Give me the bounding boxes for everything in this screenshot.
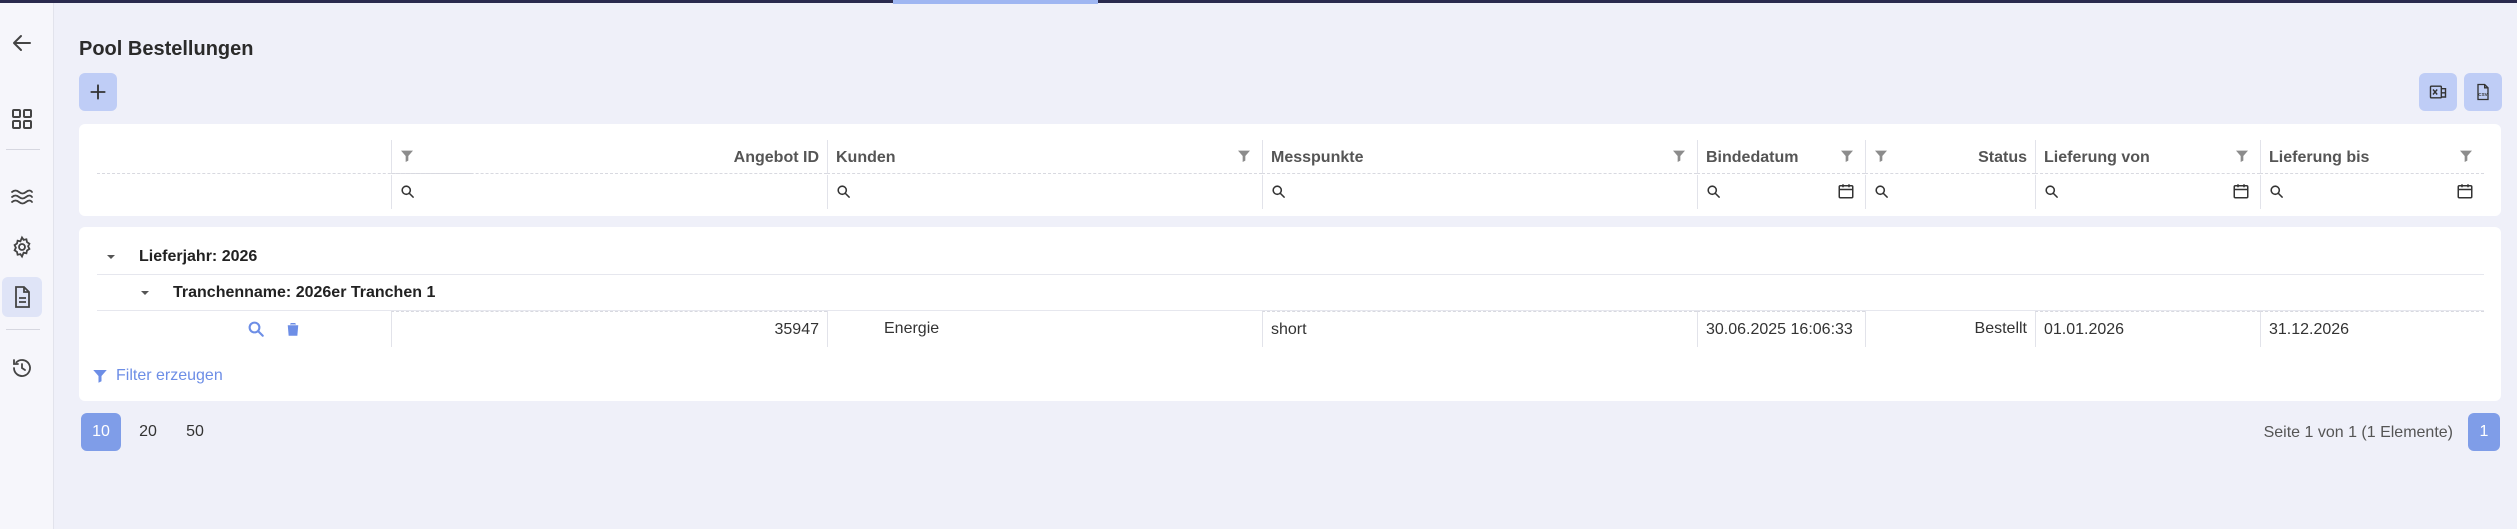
svg-text:CSV: CSV: [2478, 92, 2488, 97]
column-label-lieferung-von: Lieferung von: [2044, 149, 2150, 166]
search-icon: [1272, 185, 1285, 198]
cell-messpunkte: short: [1262, 311, 1697, 347]
filter-bindedatum[interactable]: [1697, 175, 1865, 209]
sidebar-divider: [6, 149, 40, 150]
group-row-lieferjahr[interactable]: Lieferjahr: 2026: [97, 239, 2484, 275]
sidebar-item-orders[interactable]: [2, 277, 42, 317]
back-button[interactable]: [2, 23, 42, 63]
funnel-icon: [93, 370, 107, 383]
chevron-down-icon[interactable]: [105, 252, 117, 262]
group-label: Tranchenname: 2026er Tranchen 1: [173, 284, 436, 301]
header-bindedatum[interactable]: Bindedatum: [1697, 140, 1865, 174]
header-messpunkte[interactable]: Messpunkte: [1262, 140, 1697, 174]
waves-icon: [11, 189, 33, 205]
export-csv-button[interactable]: CSV: [2464, 73, 2502, 111]
cell-status: Bestellt: [1865, 311, 2035, 347]
search-icon[interactable]: [247, 320, 265, 338]
excel-export-icon: [2429, 85, 2447, 99]
page-size-10[interactable]: 10: [81, 413, 121, 451]
table-body: Lieferjahr: 2026 Tranchenname: 2026er Tr…: [79, 227, 2501, 401]
cell-lieferung-von: 01.01.2026: [2035, 311, 2260, 347]
column-label-lieferung-bis: Lieferung bis: [2269, 149, 2370, 166]
grid-icon: [12, 109, 32, 129]
header-kunden[interactable]: Kunden: [827, 140, 1262, 174]
plus-icon: [90, 84, 106, 100]
cell-bindedatum: 30.06.2025 16:06:33: [1697, 311, 1865, 347]
header-lieferung-von[interactable]: Lieferung von: [2035, 140, 2260, 174]
funnel-icon[interactable]: [2458, 148, 2474, 164]
sidebar-item-energy[interactable]: [2, 177, 42, 217]
calendar-icon[interactable]: [2232, 182, 2250, 200]
header-lieferung-bis[interactable]: Lieferung bis: [2260, 140, 2484, 174]
loading-indicator: [893, 0, 1098, 4]
column-label-status: Status: [1978, 149, 2027, 166]
top-bar: [0, 0, 2517, 3]
funnel-icon[interactable]: [1839, 148, 1855, 164]
filter-lieferung-von[interactable]: [2035, 175, 2260, 209]
export-excel-button[interactable]: [2419, 73, 2457, 111]
search-icon: [1707, 185, 1720, 198]
filter-lieferung-bis[interactable]: [2260, 175, 2484, 209]
funnel-icon[interactable]: [1671, 148, 1687, 164]
column-label-kunden: Kunden: [836, 149, 896, 166]
header-status[interactable]: Status: [1865, 140, 2035, 174]
calendar-icon[interactable]: [1837, 182, 1855, 200]
header-angebot-id[interactable]: Angebot ID: [391, 140, 827, 174]
page-button-1[interactable]: 1: [2468, 413, 2500, 451]
funnel-icon[interactable]: [2234, 148, 2250, 164]
chevron-down-icon[interactable]: [139, 288, 151, 298]
document-icon: [15, 286, 30, 308]
history-icon: [13, 359, 31, 377]
gear-icon: [13, 235, 31, 259]
cell-kunden: Energie: [827, 311, 1262, 347]
sidebar-item-settings[interactable]: [2, 227, 42, 267]
group-row-tranchenname[interactable]: Tranchenname: 2026er Tranchen 1: [97, 275, 2484, 311]
group-label: Lieferjahr: 2026: [139, 248, 258, 265]
trash-icon[interactable]: [284, 320, 302, 338]
sidebar-divider: [6, 329, 40, 330]
column-label-messpunkte: Messpunkte: [1271, 149, 1364, 166]
table-header: Angebot ID Kunden Messpunkte Bindedatum …: [79, 124, 2501, 216]
filter-kunden[interactable]: [827, 175, 1262, 209]
create-filter-link[interactable]: Filter erzeugen: [91, 367, 223, 385]
csv-export-icon: CSV: [2477, 83, 2489, 101]
cell-angebot-id: 35947: [391, 311, 827, 347]
sidebar: [0, 3, 54, 529]
sidebar-item-history[interactable]: [2, 348, 42, 388]
page-size-50[interactable]: 50: [175, 413, 215, 451]
cell-lieferung-bis: 31.12.2026: [2260, 311, 2484, 347]
search-icon: [2270, 185, 2283, 198]
filter-angebot-id[interactable]: [391, 175, 827, 209]
page-size-20[interactable]: 20: [128, 413, 168, 451]
search-icon: [401, 185, 414, 198]
sidebar-item-dashboard[interactable]: [2, 99, 42, 139]
search-icon: [837, 185, 850, 198]
pagination-info: Seite 1 von 1 (1 Elemente): [2263, 424, 2453, 441]
funnel-icon[interactable]: [399, 148, 415, 164]
search-icon: [2045, 185, 2058, 198]
funnel-icon[interactable]: [1873, 148, 1889, 164]
arrow-left-icon: [13, 35, 31, 51]
funnel-icon[interactable]: [1236, 148, 1252, 164]
add-button[interactable]: [79, 73, 117, 111]
table-row-actions: [97, 311, 391, 347]
filter-status[interactable]: [1865, 175, 2035, 209]
column-label-angebot-id: Angebot ID: [733, 149, 819, 166]
column-label-bindedatum: Bindedatum: [1706, 149, 1799, 166]
calendar-icon[interactable]: [2456, 182, 2474, 200]
page-title: Pool Bestellungen: [79, 38, 254, 60]
search-icon: [1875, 185, 1888, 198]
create-filter-label: Filter erzeugen: [116, 367, 223, 384]
filter-messpunkte[interactable]: [1262, 175, 1697, 209]
